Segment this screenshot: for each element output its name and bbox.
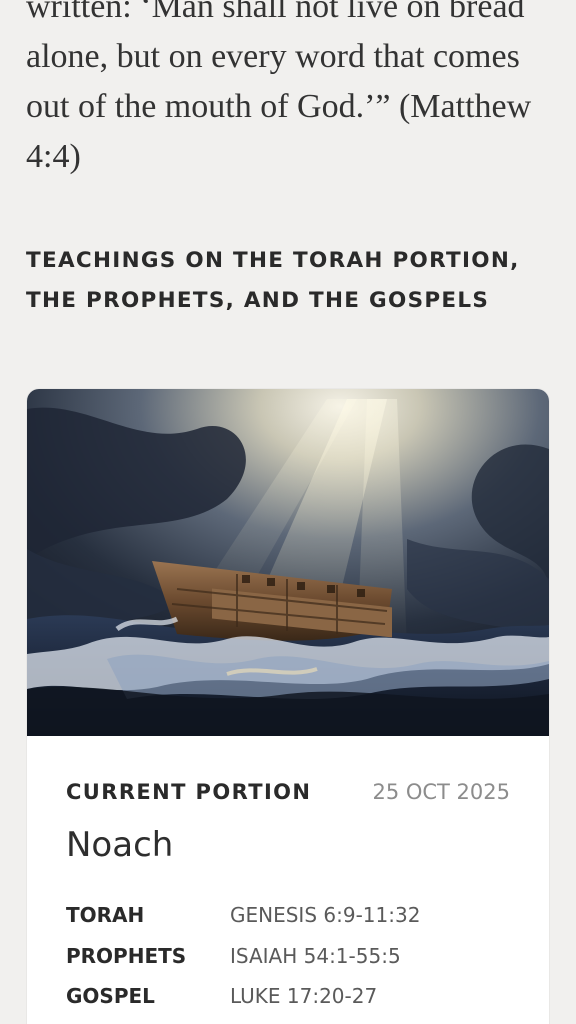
reading-value: LUKE 17:20-27 — [230, 984, 378, 1008]
portion-date: 25 OCT 2025 — [372, 780, 510, 804]
reading-value: GENESIS 6:9-11:32 — [230, 903, 421, 927]
reading-value: ISAIAH 54:1-55:5 — [230, 944, 401, 968]
ark-storm-painting — [27, 389, 549, 736]
reading-row-prophets: PROPHETS ISAIAH 54:1-55:5 — [66, 942, 526, 970]
reading-label: PROPHETS — [66, 944, 187, 968]
reading-label: TORAH — [66, 903, 145, 927]
reading-row-torah: TORAH GENESIS 6:9-11:32 — [66, 901, 526, 929]
page: written: ‘Man shall not live on bread al… — [0, 0, 576, 1024]
current-portion-label: CURRENT PORTION — [66, 780, 312, 804]
current-portion-card[interactable]: CURRENT PORTION 25 OCT 2025 Noach TORAH … — [27, 389, 549, 1024]
scripture-quote: written: ‘Man shall not live on bread al… — [26, 0, 532, 175]
reading-row-gospel: GOSPEL LUKE 17:20-27 — [66, 982, 526, 1010]
section-heading: TEACHINGS ON THE TORAH PORTION, THE PROP… — [26, 248, 520, 313]
portion-name: Noach — [66, 825, 174, 865]
reading-label: GOSPEL — [66, 984, 155, 1008]
